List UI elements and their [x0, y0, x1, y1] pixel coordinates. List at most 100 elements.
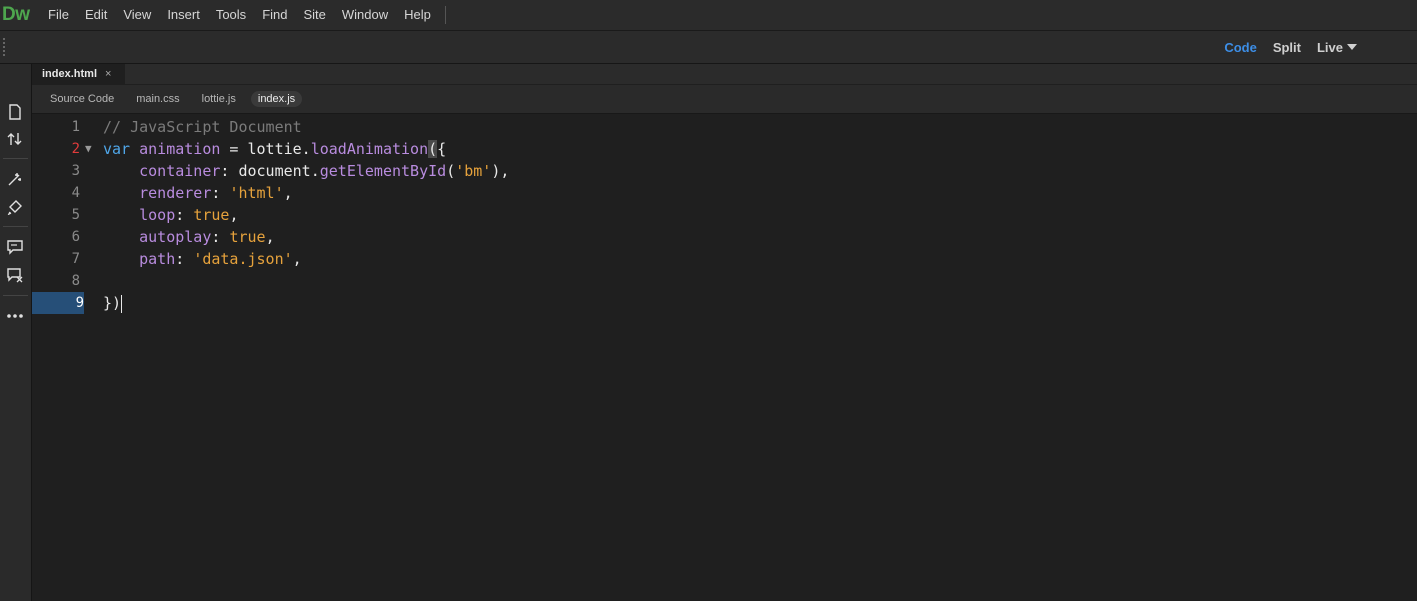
code-token: container	[139, 162, 221, 180]
wand-icon[interactable]	[5, 169, 25, 189]
code-text: var animation = lottie.loadAnimation({	[103, 138, 446, 160]
line-number: 3	[71, 163, 80, 179]
left-toolbar	[0, 64, 32, 601]
menu-file[interactable]: File	[40, 0, 77, 30]
live-view-button[interactable]: Live	[1317, 40, 1343, 55]
fold-toggle-icon[interactable]: ▼	[85, 138, 92, 160]
code-line[interactable]: 3 container: document.getElementById('bm…	[32, 160, 1417, 182]
menu-divider	[444, 6, 446, 24]
comment-remove-icon[interactable]	[5, 265, 25, 285]
code-token: ,	[229, 206, 239, 224]
menu-site[interactable]: Site	[295, 0, 333, 30]
code-token: var	[103, 140, 131, 158]
related-file-source-code[interactable]: Source Code	[43, 91, 121, 107]
code-line[interactable]: 5 loop: true,	[32, 204, 1417, 226]
code-token: :	[175, 250, 194, 268]
code-line[interactable]: 6 autoplay: true,	[32, 226, 1417, 248]
menu-items: File Edit View Insert Tools Find Site Window Hel…	[40, 0, 439, 30]
menu-edit[interactable]: Edit	[77, 0, 115, 30]
code-line[interactable]: 9})	[32, 292, 1417, 314]
code-line[interactable]: 2 ▼ var animation = lottie.loadAnimation({	[32, 138, 1417, 160]
code-token: // JavaScript Document	[103, 118, 302, 136]
code-token: :	[211, 228, 230, 246]
code-token: (	[446, 162, 456, 180]
code-token: getElementById	[319, 162, 447, 180]
related-files-bar: Source Code main.css lottie.js index.js	[32, 85, 1417, 114]
code-text: // JavaScript Document	[103, 116, 302, 138]
code-text: path: 'data.json',	[103, 248, 302, 270]
code-token: 'html'	[229, 184, 284, 202]
menu-tools[interactable]: Tools	[208, 0, 254, 30]
code-token: 'data.json'	[193, 250, 293, 268]
line-number: 2	[71, 141, 80, 157]
close-icon[interactable]: ×	[105, 68, 111, 80]
brush-icon[interactable]	[5, 197, 25, 217]
file-icon[interactable]	[5, 102, 25, 122]
toolbar-divider	[3, 295, 28, 296]
menu-insert[interactable]: Insert	[159, 0, 208, 30]
sort-arrows-icon[interactable]	[5, 129, 25, 149]
toolbar-divider	[3, 158, 28, 159]
code-token: autoplay	[139, 228, 212, 246]
menu-help[interactable]: Help	[396, 0, 439, 30]
menu-bar: Dw File Edit View Insert Tools Find Site Window…	[0, 0, 1417, 31]
code-text: autoplay: true,	[103, 226, 275, 248]
document-tab-bar: index.html ×	[32, 64, 1417, 84]
code-token: loadAnimation	[310, 140, 429, 158]
code-view-button[interactable]: Code	[1224, 40, 1257, 55]
line-number: 1	[71, 119, 80, 135]
code-line[interactable]: 7 path: 'data.json',	[32, 248, 1417, 270]
text-cursor	[121, 294, 123, 313]
menu-window[interactable]: Window	[334, 0, 396, 30]
line-number: 6	[71, 229, 80, 245]
more-icon[interactable]	[5, 306, 25, 326]
code-token: :	[175, 206, 194, 224]
toolbar-grip[interactable]	[3, 38, 5, 56]
document-tab-label: index.html	[42, 68, 98, 80]
related-file-main-css[interactable]: main.css	[129, 91, 186, 107]
line-number: 8	[71, 273, 80, 289]
code-token: (	[428, 140, 438, 158]
document-tab[interactable]: index.html ×	[32, 64, 125, 84]
line-number: 9	[32, 292, 84, 314]
code-token: ,	[283, 184, 293, 202]
code-token: })	[103, 294, 122, 312]
code-token: path	[139, 250, 176, 268]
code-text: })	[103, 292, 123, 314]
line-number: 7	[71, 251, 80, 267]
code-token: true	[229, 228, 266, 246]
view-switcher: Code Split Live	[1208, 31, 1343, 63]
code-text: loop: true,	[103, 204, 238, 226]
code-token: ,	[292, 250, 302, 268]
code-line[interactable]: 4 renderer: 'html',	[32, 182, 1417, 204]
code-token: renderer	[139, 184, 212, 202]
toolbar-divider	[3, 226, 28, 227]
code-editor[interactable]: 1 // JavaScript Document 2 ▼ var animation =…	[32, 114, 1417, 601]
menu-find[interactable]: Find	[254, 0, 295, 30]
chevron-down-icon[interactable]	[1347, 44, 1357, 50]
line-number: 5	[71, 207, 80, 223]
app-logo: Dw	[2, 4, 30, 25]
code-text: container: document.getElementById('bm')…	[103, 160, 509, 182]
code-line[interactable]: 8	[32, 270, 1417, 292]
code-token: animation	[139, 140, 221, 158]
related-file-index-js[interactable]: index.js	[250, 91, 303, 107]
code-token: = lottie.	[220, 140, 311, 158]
code-token: ,	[265, 228, 275, 246]
code-line[interactable]: 1 // JavaScript Document	[32, 116, 1417, 138]
code-token: loop	[139, 206, 176, 224]
split-view-button[interactable]: Split	[1273, 40, 1301, 55]
related-file-lottie-js[interactable]: lottie.js	[195, 91, 243, 107]
code-token: 'bm'	[455, 162, 492, 180]
code-token: {	[437, 140, 447, 158]
comment-icon[interactable]	[5, 237, 25, 257]
menu-view[interactable]: View	[115, 0, 159, 30]
document-toolbar: Code Split Live	[0, 31, 1417, 64]
code-token: :	[211, 184, 230, 202]
